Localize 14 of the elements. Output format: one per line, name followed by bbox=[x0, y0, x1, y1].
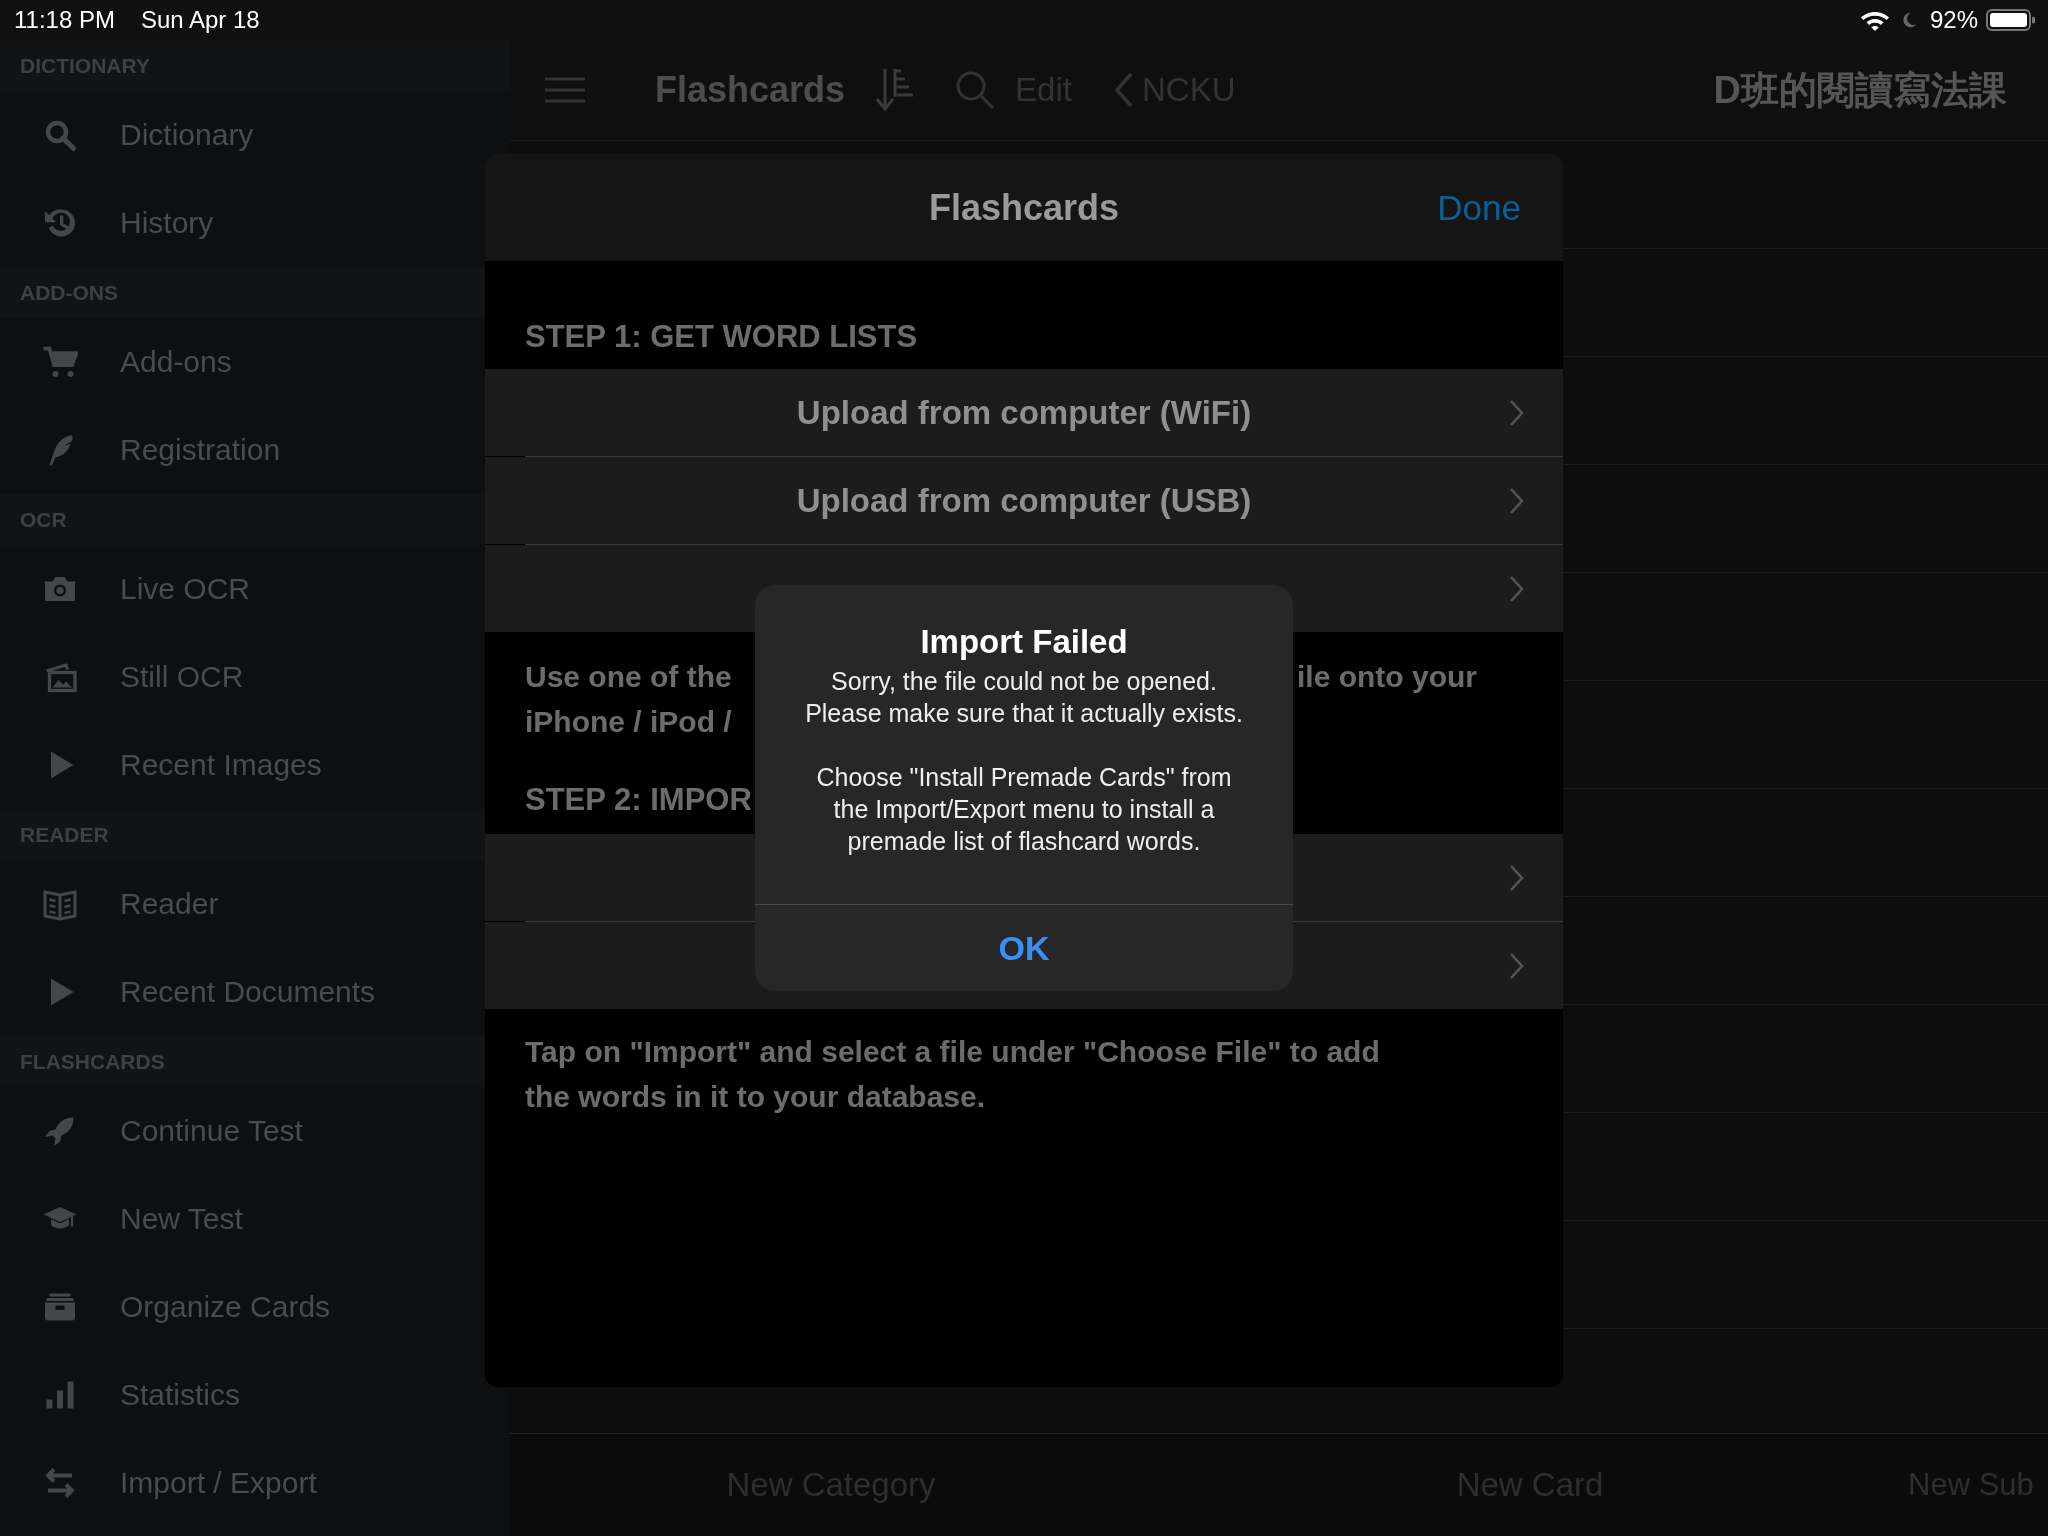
sheet-title: Flashcards bbox=[928, 186, 1120, 229]
nav-heading: Flashcards bbox=[655, 69, 846, 111]
page-title: D班的閱讀寫法課 bbox=[1713, 67, 2007, 113]
footer-text: ile onto your bbox=[1297, 659, 1477, 695]
section-header: STEP 2: IMPOR bbox=[525, 782, 752, 818]
alert-message: Choose "Install Premade Cards" from the Import/Export menu to install a premade list of flashcard words. bbox=[816, 762, 1232, 857]
battery-percentage: 92% bbox=[1929, 6, 1978, 34]
status-date: Sun Apr 18 bbox=[140, 6, 260, 34]
status-time: 11:18 PM bbox=[14, 6, 115, 34]
section-header: STEP 1: GET WORD LISTS bbox=[525, 319, 918, 355]
footer-text: Use one of the iPhone / iPod / bbox=[525, 659, 732, 740]
alert-message: Sorry, the file could not be opened. Please make sure that it actually exists. bbox=[805, 666, 1243, 729]
alert-title: Import Failed bbox=[920, 623, 1128, 661]
footer-text: Tap on "Import" and select a file under "Choose File" to add the words in it to your database. bbox=[525, 1034, 1380, 1115]
